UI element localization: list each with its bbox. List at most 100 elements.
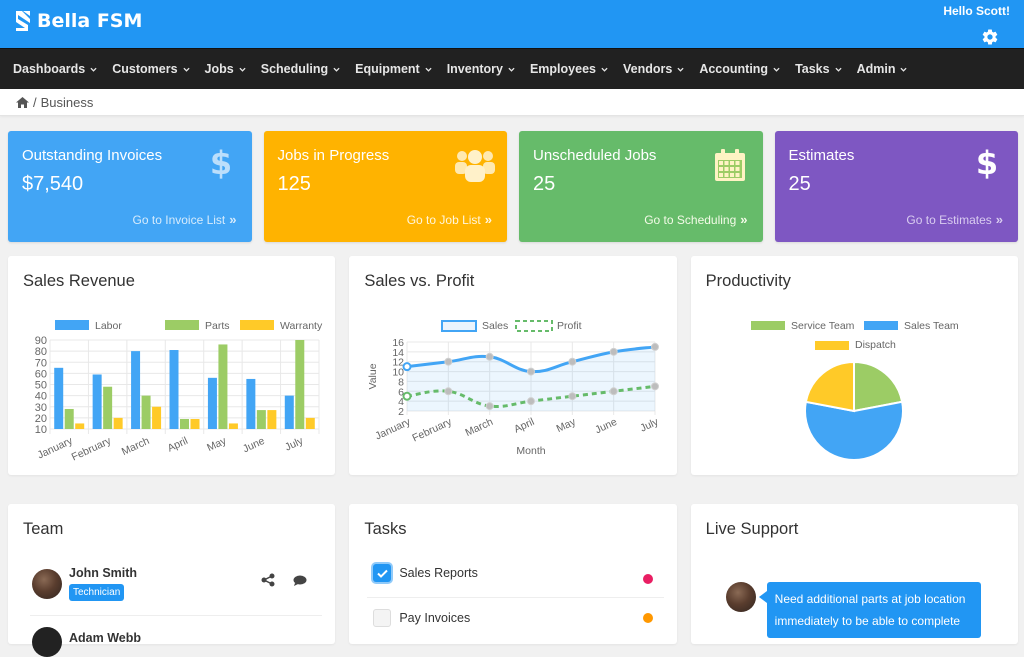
go-to-job-list-link[interactable]: Go to Job List» [407, 212, 492, 227]
point-sales [609, 347, 618, 356]
nav-item-jobs[interactable]: Jobs [205, 62, 246, 76]
x-tick-label: June [241, 435, 267, 456]
y-axis-label: Value [367, 363, 379, 389]
point-profit [527, 397, 536, 406]
bubble-pointer [758, 591, 767, 603]
nav-item-dashboards[interactable]: Dashboards [13, 62, 97, 76]
panel-title: Live Support [705, 520, 799, 538]
bar-labor [284, 395, 294, 429]
team-member[interactable]: John Smith Technician [23, 566, 321, 601]
bar-parts [180, 418, 189, 429]
chat-icon[interactable] [293, 575, 307, 587]
legend-label: Sales [482, 320, 508, 332]
legend-label: Warranty [280, 320, 323, 332]
point-sales [651, 342, 660, 351]
y-tick-label: 40 [35, 391, 47, 403]
bar-parts [141, 395, 151, 429]
nav-item-vendors[interactable]: Vendors [623, 62, 684, 76]
bottom-row: Team John Smith Technician Adam Webb Tas… [8, 504, 1018, 657]
team-member-name: John Smith [69, 566, 138, 580]
dollar-icon: $ [212, 147, 230, 179]
point-profit [609, 387, 618, 396]
bar-parts [295, 340, 305, 429]
point-sales [527, 367, 536, 376]
card-value: 25 [788, 173, 811, 195]
legend-swatch [515, 320, 554, 332]
legend-swatch [165, 320, 199, 330]
bar-warranty [267, 410, 277, 429]
task-label: Sales Reports [399, 566, 478, 580]
y-tick-label: 10 [35, 424, 47, 436]
support-message: Need additional parts at job location im… [766, 582, 981, 638]
nav-item-accounting[interactable]: Accounting [699, 62, 780, 76]
calendar-icon [714, 149, 745, 181]
bar-parts [64, 408, 74, 429]
bella-logo-icon [16, 11, 30, 31]
chevron-down-icon [508, 67, 515, 72]
nav-item-label: Tasks [795, 62, 830, 76]
legend-swatch [240, 320, 274, 330]
task-checkbox-checked[interactable] [373, 564, 392, 582]
breadcrumb: / Business [0, 89, 1024, 116]
nav-item-admin[interactable]: Admin [857, 62, 908, 76]
go-to-invoice-list-link[interactable]: Go to Invoice List» [133, 212, 237, 227]
legend-swatch [441, 320, 478, 332]
bar-warranty [305, 417, 315, 429]
task-checkbox[interactable] [373, 609, 392, 627]
gear-icon[interactable] [981, 28, 999, 46]
y-tick-label: 50 [35, 380, 47, 392]
app-logo[interactable]: Bella FSM [14, 10, 142, 32]
chevron-down-icon [333, 67, 340, 72]
x-tick-label: January [374, 416, 414, 443]
home-icon[interactable] [16, 96, 29, 108]
nav-item-tasks[interactable]: Tasks [795, 62, 842, 76]
go-to-estimates-link[interactable]: Go to Estimates» [906, 212, 1003, 227]
bar-parts [103, 386, 113, 429]
point-profit [402, 391, 412, 401]
go-to-scheduling-link[interactable]: Go to Scheduling» [644, 212, 747, 227]
user-greeting[interactable]: Hello Scott! [943, 4, 1010, 18]
nav-item-employees[interactable]: Employees [530, 62, 608, 76]
breadcrumb-current: Business [40, 94, 94, 110]
nav-item-label: Admin [856, 62, 896, 76]
x-tick-label: May [205, 435, 229, 455]
team-member-name: Adam Webb [69, 631, 141, 645]
legend-label: Dispatch [855, 339, 896, 351]
users-icon [455, 150, 495, 182]
nav-item-customers[interactable]: Customers [112, 62, 190, 76]
nav-item-label: Customers [112, 62, 178, 76]
role-badge: Technician [69, 584, 125, 601]
nav-item-equipment[interactable]: Equipment [355, 62, 432, 76]
chevron-down-icon [90, 67, 97, 72]
bar-labor [207, 377, 217, 429]
main-nav: Dashboards Customers Jobs Scheduling Equipme… [0, 48, 1024, 89]
divider [30, 615, 323, 616]
point-profit [444, 387, 453, 396]
breadcrumb-separator: / [33, 94, 37, 110]
card-title: Estimates [788, 147, 855, 164]
x-tick-label: March [464, 416, 496, 439]
nav-item-label: Employees [529, 62, 596, 76]
panel-title: Tasks [364, 520, 407, 538]
task-item: Pay Invoices [364, 609, 661, 627]
x-tick-label: June [594, 416, 620, 437]
nav-item-scheduling[interactable]: Scheduling [261, 62, 340, 76]
team-member[interactable]: Adam Webb [23, 627, 321, 657]
legend-swatch [863, 321, 898, 330]
bar-parts [218, 344, 228, 429]
nav-item-label: Accounting [699, 62, 769, 76]
chevron-down-icon [601, 67, 608, 72]
nav-item-label: Jobs [204, 62, 234, 76]
nav-item-inventory[interactable]: Inventory [447, 62, 515, 76]
x-tick-label: February [70, 435, 114, 464]
legend-swatch [750, 321, 785, 330]
y-tick-label: 20 [35, 413, 47, 425]
bar-labor [54, 367, 64, 429]
y-tick-label: 30 [35, 402, 47, 414]
legend-label: Profit [557, 320, 582, 332]
chevron-down-icon [239, 67, 246, 72]
share-icon[interactable] [261, 573, 275, 587]
card-estimates: Estimates 25 $ Go to Estimates» [774, 131, 1018, 242]
bar-warranty [190, 418, 200, 429]
summary-cards: Outstanding Invoices $7,540 $ Go to Invo… [8, 131, 1018, 242]
